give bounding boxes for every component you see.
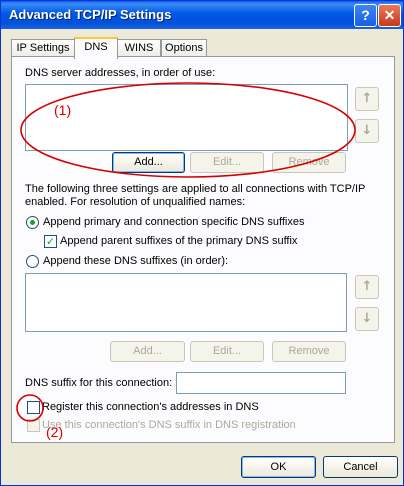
annotation-label-2: (2) bbox=[46, 424, 64, 440]
suffix-list[interactable] bbox=[25, 273, 347, 332]
help-button[interactable]: ? bbox=[354, 4, 377, 27]
cancel-button[interactable]: Cancel bbox=[323, 456, 398, 478]
ok-button[interactable]: OK bbox=[241, 456, 316, 478]
tab-dns[interactable]: DNS bbox=[74, 37, 118, 59]
dns-server-list[interactable] bbox=[25, 84, 348, 151]
dns-remove-button[interactable]: Remove bbox=[272, 152, 346, 173]
radio-append-these[interactable] bbox=[26, 255, 39, 268]
resolution-description: The following three settings are applied… bbox=[25, 183, 366, 208]
dns-servers-label: DNS server addresses, in order of use: bbox=[25, 67, 216, 79]
suffix-move-down-button[interactable]: ↓ bbox=[355, 307, 379, 331]
window-title: Advanced TCP/IP Settings bbox=[9, 7, 172, 22]
arrow-up-icon: ↑ bbox=[361, 91, 373, 106]
dns-tab-panel: DNS server addresses, in order of use: ↑… bbox=[11, 56, 395, 443]
arrow-down-icon: ↓ bbox=[361, 311, 373, 326]
arrow-down-icon: ↓ bbox=[361, 123, 373, 138]
tab-wins[interactable]: WINS bbox=[117, 39, 161, 57]
check-append-parent-label: Append parent suffixes of the primary DN… bbox=[60, 235, 298, 247]
dns-add-button[interactable]: Add... bbox=[112, 152, 185, 173]
radio-append-primary[interactable] bbox=[26, 216, 39, 229]
check-append-parent[interactable]: ✓ bbox=[44, 235, 57, 248]
move-down-button[interactable]: ↓ bbox=[355, 119, 379, 143]
tab-options[interactable]: Options bbox=[161, 39, 207, 57]
annotation-label-1: (1) bbox=[54, 102, 72, 118]
move-up-button[interactable]: ↑ bbox=[355, 87, 379, 111]
suffix-move-up-button[interactable]: ↑ bbox=[355, 275, 379, 299]
check-register-connection-label: Register this connection's addresses in … bbox=[42, 401, 259, 413]
title-bar[interactable]: Advanced TCP/IP Settings ? ✕ bbox=[1, 1, 403, 29]
dns-edit-button[interactable]: Edit... bbox=[190, 152, 264, 173]
suffix-edit-button[interactable]: Edit... bbox=[190, 341, 264, 362]
radio-append-these-label: Append these DNS suffixes (in order): bbox=[43, 255, 229, 267]
radio-append-primary-label: Append primary and connection specific D… bbox=[43, 216, 305, 228]
advanced-tcpip-dialog: Advanced TCP/IP Settings ? ✕ IP Settings… bbox=[0, 0, 404, 486]
close-button[interactable]: ✕ bbox=[378, 4, 401, 27]
arrow-up-icon: ↑ bbox=[361, 279, 373, 294]
check-register-connection[interactable] bbox=[27, 401, 40, 414]
suffix-add-button[interactable]: Add... bbox=[110, 341, 185, 362]
check-use-suffix-label: Use this connection's DNS suffix in DNS … bbox=[42, 419, 296, 431]
suffix-remove-button[interactable]: Remove bbox=[272, 341, 346, 362]
connection-suffix-label: DNS suffix for this connection: bbox=[25, 377, 173, 389]
connection-suffix-input[interactable] bbox=[176, 372, 346, 394]
tab-ip-settings[interactable]: IP Settings bbox=[11, 39, 75, 57]
checkmark-icon: ✓ bbox=[45, 235, 56, 248]
check-use-suffix[interactable] bbox=[27, 419, 40, 432]
